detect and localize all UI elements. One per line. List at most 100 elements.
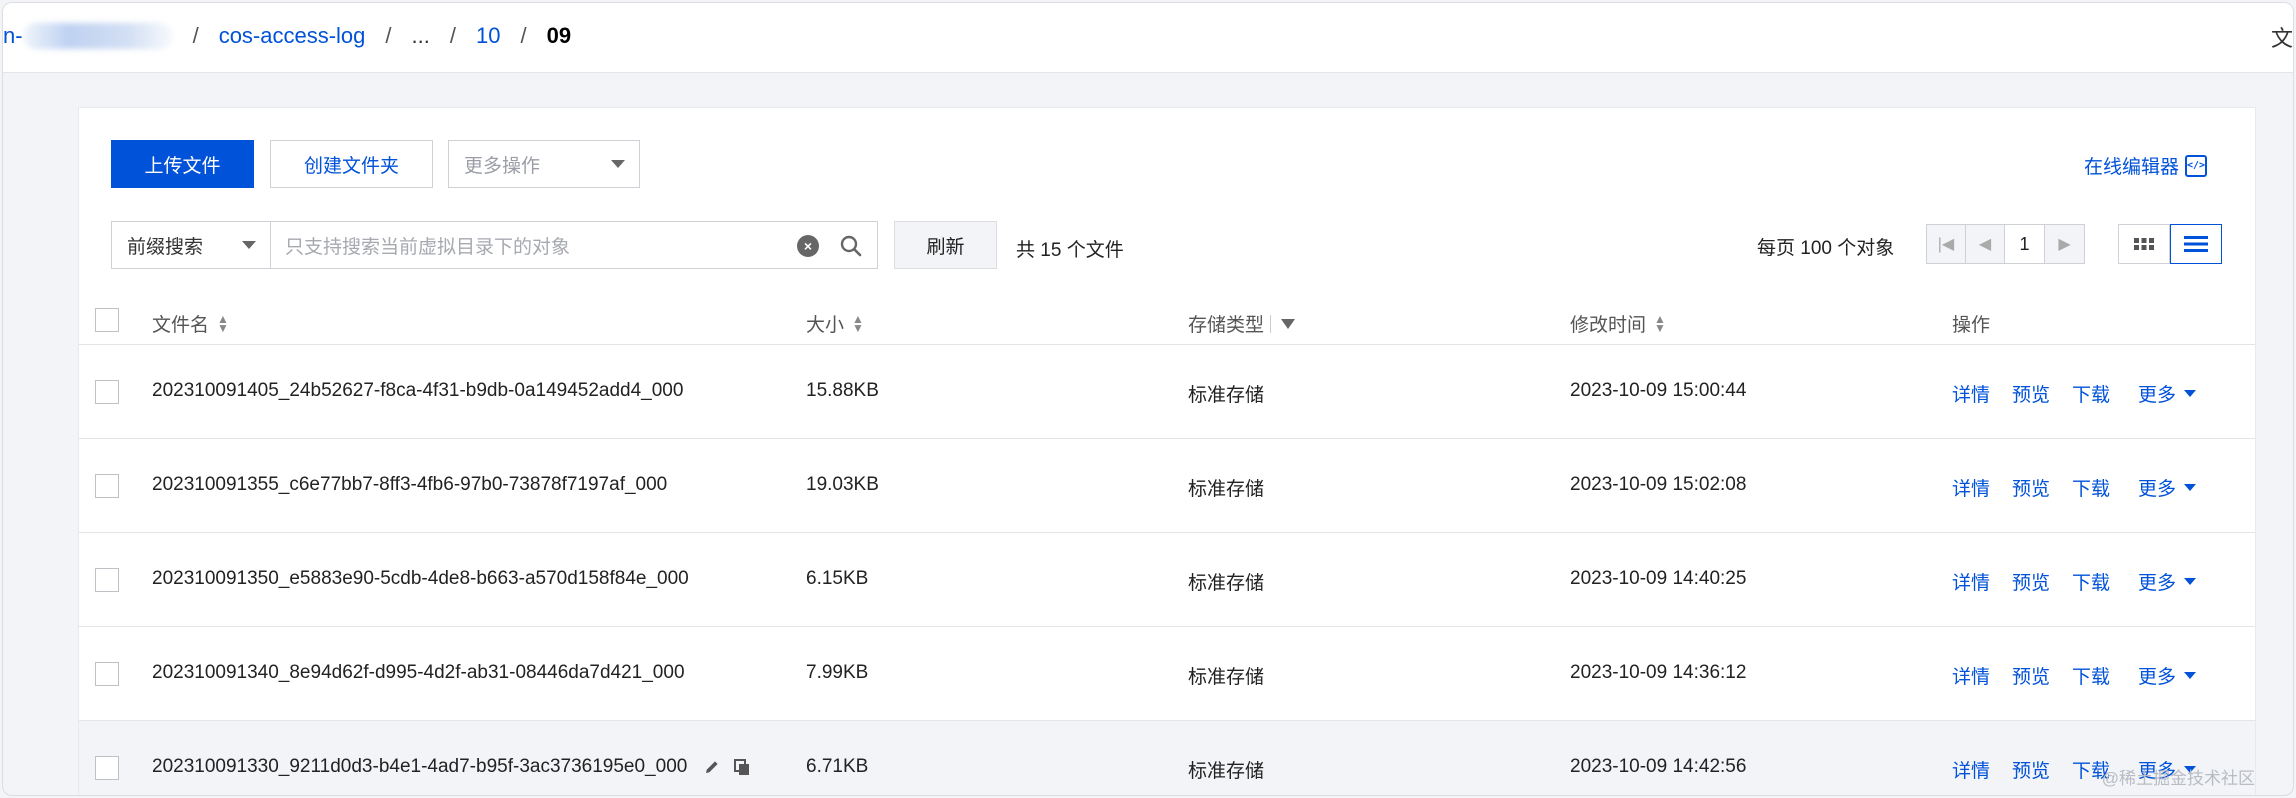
- download-link[interactable]: 下载: [2072, 568, 2110, 595]
- table-row[interactable]: 202310091355_c6e77bb7-8ff3-4fb6-97b0-738…: [79, 439, 2255, 533]
- per-page-selector[interactable]: 每页 100 个对象: [1757, 233, 1894, 260]
- preview-link[interactable]: 预览: [2012, 474, 2050, 501]
- download-link[interactable]: 下载: [2072, 474, 2110, 501]
- header-actions: 操作: [1952, 315, 1991, 336]
- online-editor-label: 在线编辑器: [2083, 157, 2179, 178]
- header-modified-label: 修改时间: [1570, 315, 1647, 336]
- header-filename[interactable]: 文件名 ▲ ▼: [152, 310, 229, 337]
- download-link[interactable]: 下载: [2072, 662, 2110, 689]
- row-checkbox[interactable]: [95, 474, 119, 498]
- modified-time: 2023-10-09 14:42:56: [1570, 756, 1747, 777]
- breadcrumb-bucket-redacted[interactable]: [22, 23, 173, 49]
- clear-icon[interactable]: ×: [797, 235, 819, 257]
- select-all-checkbox[interactable]: [95, 308, 119, 332]
- more-actions-select[interactable]: 更多操作: [448, 140, 640, 188]
- online-editor-link[interactable]: 在线编辑器 </>: [2084, 152, 2207, 179]
- preview-link[interactable]: 预览: [2012, 662, 2050, 689]
- breadcrumb-root-fragment[interactable]: n-: [3, 23, 23, 49]
- row-checkbox[interactable]: [95, 662, 119, 686]
- preview-link[interactable]: 预览: [2012, 756, 2050, 783]
- chevron-down-icon: [2184, 672, 2197, 679]
- header-filename-label: 文件名: [152, 315, 210, 336]
- refresh-button[interactable]: 刷新: [894, 221, 997, 269]
- modified-time: 2023-10-09 14:36:12: [1570, 662, 1747, 683]
- file-name[interactable]: 202310091330_9211d0d3-b4e1-4ad7-b95f-3ac…: [152, 756, 687, 777]
- create-folder-button[interactable]: 创建文件夹: [270, 140, 433, 188]
- file-name[interactable]: 202310091340_8e94d62f-d995-4d2f-ab31-084…: [152, 662, 685, 684]
- page-number-input[interactable]: 1: [2005, 225, 2045, 263]
- header-storage-class-label: 存储类型: [1188, 315, 1265, 336]
- app-frame: n- / cos-access-log / ... / 10 / 09 文 上传…: [2, 2, 2294, 796]
- file-count-text: 共 15 个文件: [1016, 240, 1124, 261]
- grid-view-icon[interactable]: [2118, 224, 2170, 264]
- search-prefix-select[interactable]: 前缀搜索: [111, 221, 271, 269]
- file-name-tools: [703, 758, 751, 776]
- storage-class: 标准存储: [1188, 573, 1265, 594]
- chevron-down-icon: [2184, 390, 2197, 397]
- breadcrumb-item-cos-access-log[interactable]: cos-access-log: [219, 23, 366, 49]
- preview-link[interactable]: 预览: [2012, 568, 2050, 595]
- chevron-down-icon: [2184, 578, 2197, 585]
- more-actions-link[interactable]: 更多: [2138, 662, 2197, 689]
- header-storage-class: 存储类型: [1188, 310, 1296, 337]
- more-label: 更多: [2138, 385, 2177, 406]
- header-modified[interactable]: 修改时间 ▲ ▼: [1570, 310, 1666, 337]
- table-row[interactable]: 202310091350_e5883e90-5cdb-4de8-b663-a57…: [79, 533, 2255, 627]
- file-name[interactable]: 202310091350_e5883e90-5cdb-4de8-b663-a57…: [152, 568, 689, 590]
- upload-file-button[interactable]: 上传文件: [111, 140, 254, 188]
- breadcrumb-item-ellipsis[interactable]: ...: [412, 23, 430, 49]
- top-bar: n- / cos-access-log / ... / 10 / 09 文: [3, 3, 2293, 73]
- filter-icon[interactable]: [1281, 318, 1296, 329]
- table-row[interactable]: 202310091405_24b52627-f8ca-4f31-b9db-0a1…: [79, 345, 2255, 439]
- table-row[interactable]: 202310091340_8e94d62f-d995-4d2f-ab31-084…: [79, 627, 2255, 721]
- file-name[interactable]: 202310091355_c6e77bb7-8ff3-4fb6-97b0-738…: [152, 474, 667, 496]
- breadcrumb-separator: /: [385, 23, 392, 48]
- row-checkbox[interactable]: [95, 380, 119, 404]
- detail-link[interactable]: 详情: [1952, 474, 1990, 501]
- search-input[interactable]: 只支持搜索当前虚拟目录下的对象 ×: [270, 221, 878, 269]
- detail-link[interactable]: 详情: [1952, 756, 1990, 783]
- more-actions-link[interactable]: 更多: [2138, 474, 2197, 501]
- edit-icon[interactable]: [703, 758, 721, 776]
- file-name[interactable]: 202310091405_24b52627-f8ca-4f31-b9db-0a1…: [152, 380, 683, 402]
- more-actions-link[interactable]: 更多: [2138, 568, 2197, 595]
- detail-link[interactable]: 详情: [1952, 380, 1990, 407]
- file-size: 6.71KB: [806, 756, 869, 777]
- prev-page-icon[interactable]: ◀: [1966, 225, 2005, 263]
- first-page-icon[interactable]: |◀: [1927, 225, 1966, 263]
- search-icon[interactable]: [839, 234, 863, 258]
- pagination: |◀ ◀ 1 ▶: [1926, 224, 2085, 264]
- list-view-icon[interactable]: [2170, 224, 2222, 264]
- topbar-right-label[interactable]: 文: [2271, 21, 2293, 53]
- header-size[interactable]: 大小 ▲ ▼: [806, 310, 864, 337]
- chevron-down-icon: [242, 241, 256, 249]
- file-size: 6.15KB: [806, 568, 869, 589]
- table-row[interactable]: 202310091330_9211d0d3-b4e1-4ad7-b95f-3ac…: [79, 721, 2255, 795]
- preview-link[interactable]: 预览: [2012, 380, 2050, 407]
- breadcrumb-item-10[interactable]: 10: [476, 23, 500, 49]
- copy-icon[interactable]: [733, 758, 751, 776]
- file-name-cell: 202310091330_9211d0d3-b4e1-4ad7-b95f-3ac…: [152, 756, 751, 778]
- view-toggle: [2118, 224, 2222, 264]
- chevron-down-icon: [611, 160, 625, 168]
- header-divider: [1270, 314, 1272, 333]
- modified-time: 2023-10-09 15:00:44: [1570, 380, 1747, 401]
- breadcrumb: n- / cos-access-log / ... / 10 / 09: [3, 21, 571, 51]
- search-placeholder: 只支持搜索当前虚拟目录下的对象: [285, 236, 571, 258]
- download-link[interactable]: 下载: [2072, 380, 2110, 407]
- storage-class: 标准存储: [1188, 385, 1265, 406]
- sort-icon[interactable]: ▲ ▼: [1654, 313, 1666, 334]
- breadcrumb-separator: /: [192, 23, 199, 48]
- file-list-card: 上传文件 创建文件夹 更多操作 在线编辑器 </> 前缀搜索 只支持搜索当前虚拟…: [78, 107, 2256, 795]
- sort-icon[interactable]: ▲ ▼: [852, 313, 864, 334]
- row-checkbox[interactable]: [95, 756, 119, 780]
- row-checkbox[interactable]: [95, 568, 119, 592]
- sort-icon[interactable]: ▲ ▼: [217, 313, 229, 334]
- breadcrumb-separator: /: [449, 23, 456, 48]
- next-page-icon[interactable]: ▶: [2045, 225, 2084, 263]
- table-header: 文件名 ▲ ▼ 大小 ▲ ▼ 存储类型 修改时间 ▲ ▼ 操作: [79, 294, 2255, 345]
- detail-link[interactable]: 详情: [1952, 568, 1990, 595]
- more-actions-link[interactable]: 更多: [2138, 380, 2197, 407]
- detail-link[interactable]: 详情: [1952, 662, 1990, 689]
- modified-time: 2023-10-09 14:40:25: [1570, 568, 1747, 589]
